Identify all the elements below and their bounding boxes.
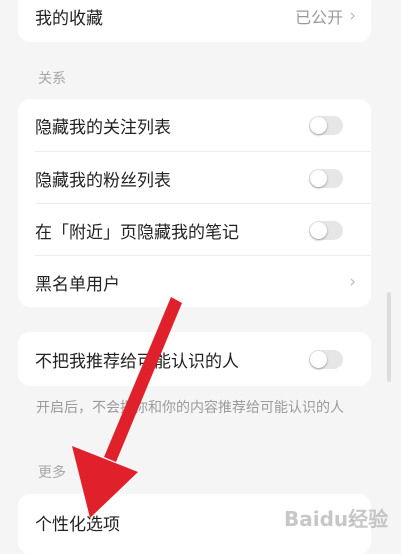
favorites-value-group: 已公开 › — [295, 4, 356, 28]
relations-row-hide-following[interactable]: 隐藏我的关注列表 — [18, 99, 371, 151]
hide-followers-toggle[interactable] — [309, 168, 343, 188]
favorites-value: 已公开 — [295, 8, 344, 27]
toggle-knob — [310, 116, 327, 134]
favorites-label: 我的收藏 — [35, 8, 103, 29]
relations-row-hide-followers[interactable]: 隐藏我的粉丝列表 — [18, 152, 371, 204]
hide-nearby-label: 在「附近」页隐藏我的笔记 — [35, 222, 239, 243]
toggle-knob — [310, 350, 327, 368]
recommend-card: 不把我推荐给可能认识的人 — [18, 332, 371, 386]
personalization-label: 个性化选项 — [35, 514, 120, 535]
favorites-card: 我的收藏 已公开 › — [18, 0, 371, 42]
hide-followers-label: 隐藏我的粉丝列表 — [35, 170, 171, 191]
hide-nearby-toggle[interactable] — [309, 220, 343, 240]
relations-row-hide-nearby[interactable]: 在「附近」页隐藏我的笔记 — [18, 204, 371, 256]
recommend-label: 不把我推荐给可能认识的人 — [35, 351, 239, 372]
scrollbar[interactable] — [387, 292, 391, 382]
hide-following-toggle[interactable] — [309, 115, 343, 135]
favorites-row[interactable]: 我的收藏 已公开 › — [18, 0, 371, 42]
chevron-right-icon: › — [349, 272, 356, 292]
recommend-toggle[interactable] — [309, 349, 343, 369]
recommend-row[interactable]: 不把我推荐给可能认识的人 — [18, 333, 371, 385]
hide-following-label: 隐藏我的关注列表 — [35, 117, 171, 138]
chevron-right-icon: › — [349, 6, 356, 26]
watermark: Baidu经验 — [284, 507, 389, 531]
recommend-note: 开启后，不会把你和你的内容推荐给可能认识的人 — [36, 400, 344, 416]
blacklist-chevron-group: › — [349, 272, 356, 292]
section-title-relations: 关系 — [38, 71, 66, 87]
blacklist-label: 黑名单用户 — [35, 274, 120, 295]
toggle-knob — [310, 221, 327, 239]
relations-row-blacklist[interactable]: 黑名单用户 › — [18, 256, 371, 307]
toggle-knob — [310, 169, 327, 187]
relations-card: 隐藏我的关注列表 隐藏我的粉丝列表 在「附近」页隐藏我的笔记 黑名单用户 › — [18, 99, 371, 307]
section-title-more: 更多 — [38, 465, 66, 481]
